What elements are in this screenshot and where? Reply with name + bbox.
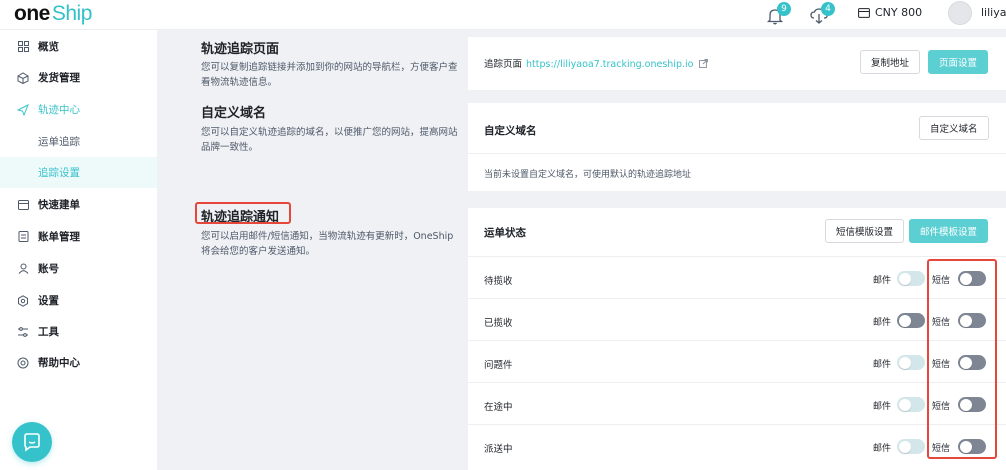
row-divider bbox=[468, 382, 1006, 383]
notification-badge: 9 bbox=[777, 2, 791, 16]
sidebar-item-waybill-tracking[interactable]: 运单追踪 bbox=[0, 126, 157, 157]
page-settings-button[interactable]: 页面设置 bbox=[928, 50, 989, 74]
waybill-status-title: 运单状态 bbox=[484, 227, 526, 239]
custom-domain-card: 自定义域名 自定义域名 当前未设置自定义域名，可使用默认的轨迹追踪地址 bbox=[468, 103, 1006, 191]
custom-domain-title: 自定义域名 bbox=[201, 106, 267, 121]
sidebar-item-tracking-center[interactable]: 轨迹中心 bbox=[0, 94, 157, 125]
calendar-icon bbox=[17, 199, 29, 211]
sms-template-button[interactable]: 短信模版设置 bbox=[825, 219, 905, 243]
sidebar-item-label: 快速建单 bbox=[38, 199, 80, 211]
highlight-box-sms bbox=[927, 259, 997, 459]
download-badge: 4 bbox=[821, 2, 835, 16]
sidebar-item-label: 账号 bbox=[38, 263, 59, 275]
email-toggle[interactable] bbox=[897, 439, 925, 454]
sidebar-item-overview[interactable]: 概览 bbox=[0, 31, 157, 62]
sidebar-item-billing[interactable]: 账单管理 bbox=[0, 221, 157, 252]
custom-domain-desc: 您可以自定义轨迹追踪的域名，以便推广您的网站，提高网站品牌一致性。 bbox=[201, 127, 458, 153]
chat-support-button[interactable] bbox=[12, 422, 52, 462]
wallet-icon bbox=[858, 7, 870, 18]
status-label: 问题件 bbox=[484, 360, 513, 371]
notification-bell-icon[interactable]: 9 bbox=[764, 2, 791, 27]
email-toggle[interactable] bbox=[897, 313, 925, 328]
status-label: 派送中 bbox=[484, 444, 513, 455]
sidebar-item-label: 轨迹中心 bbox=[38, 104, 80, 116]
grid-icon bbox=[17, 41, 29, 53]
tracking-page-desc: 您可以复制追踪链接并添加到你的网站的导航栏，方便客户查看物流轨迹信息。 bbox=[201, 62, 458, 88]
user-icon bbox=[17, 263, 29, 275]
top-bar: oneShip 9 4 CNY 800 liliyao bbox=[0, 0, 1006, 30]
sidebar-item-label: 概览 bbox=[38, 41, 59, 53]
email-label: 邮件 bbox=[873, 318, 892, 328]
row-divider bbox=[468, 424, 1006, 425]
balance-text: CNY 800 bbox=[875, 6, 923, 19]
notification-desc: 您可以启用邮件/短信通知，当物流轨迹有更新时，OneShip将会给您的客户发送通… bbox=[201, 231, 454, 257]
sidebar-item-account[interactable]: 账号 bbox=[0, 253, 157, 284]
email-label: 邮件 bbox=[873, 360, 892, 370]
sidebar-item-settings[interactable]: 设置 bbox=[0, 285, 157, 316]
help-icon bbox=[17, 357, 29, 369]
send-icon bbox=[17, 103, 29, 116]
email-toggle[interactable] bbox=[897, 271, 925, 286]
custom-domain-card-title: 自定义域名 bbox=[484, 125, 537, 137]
highlight-box-title bbox=[195, 202, 291, 224]
card-divider bbox=[468, 153, 1006, 154]
sidebar: 概览 发货管理 轨迹中心 运单追踪 追踪设置 快速建单 账单管理 账号 设置 工… bbox=[0, 30, 157, 470]
username[interactable]: liliyao bbox=[981, 6, 1006, 19]
sidebar-item-label: 帮助中心 bbox=[38, 357, 80, 369]
email-label: 邮件 bbox=[873, 276, 892, 286]
copy-url-button[interactable]: 复制地址 bbox=[860, 50, 921, 74]
custom-domain-note: 当前未设置自定义域名，可使用默认的轨迹追踪地址 bbox=[484, 170, 692, 180]
email-label: 邮件 bbox=[873, 402, 892, 412]
card-divider bbox=[468, 256, 1006, 257]
email-template-button[interactable]: 邮件模板设置 bbox=[909, 219, 989, 243]
shipping-icon bbox=[17, 71, 29, 84]
email-label: 邮件 bbox=[873, 444, 892, 454]
sidebar-item-tools[interactable]: 工具 bbox=[0, 316, 157, 347]
sidebar-item-help-center[interactable]: 帮助中心 bbox=[0, 347, 157, 378]
download-icon[interactable]: 4 bbox=[808, 2, 835, 27]
logo[interactable]: oneShip bbox=[14, 2, 92, 26]
tracking-url-label: 追踪页面 bbox=[484, 59, 523, 70]
avatar[interactable] bbox=[948, 1, 972, 25]
email-toggle[interactable] bbox=[897, 355, 925, 370]
tracking-url-row: 追踪页面 https://liliyaoa7.tracking.oneship.i… bbox=[484, 56, 709, 70]
email-toggle[interactable] bbox=[897, 397, 925, 412]
sidebar-item-tracking-settings[interactable]: 追踪设置 bbox=[0, 157, 157, 188]
sidebar-item-label: 发货管理 bbox=[38, 72, 80, 84]
settings-icon bbox=[17, 294, 29, 307]
notification-card: 运单状态 短信模版设置 邮件模板设置 待揽收 邮件 短信 已揽收 邮件 短信 问… bbox=[468, 208, 1006, 470]
bill-icon bbox=[17, 231, 29, 243]
tracking-page-title: 轨迹追踪页面 bbox=[201, 42, 280, 57]
status-label: 在途中 bbox=[484, 402, 513, 413]
sidebar-item-label: 运单追踪 bbox=[38, 136, 80, 148]
sidebar-item-label: 工具 bbox=[38, 326, 59, 338]
wallet-balance[interactable]: CNY 800 bbox=[858, 6, 922, 19]
external-link-icon[interactable] bbox=[699, 59, 709, 68]
status-label: 已揽收 bbox=[484, 318, 513, 329]
sidebar-item-shipping[interactable]: 发货管理 bbox=[0, 62, 157, 93]
row-divider bbox=[468, 340, 1006, 341]
tracking-url-link[interactable]: https://liliyaoa7.tracking.oneship.io bbox=[526, 59, 693, 70]
chat-icon bbox=[24, 433, 40, 452]
sidebar-item-label: 追踪设置 bbox=[38, 167, 80, 179]
custom-domain-button[interactable]: 自定义域名 bbox=[919, 116, 989, 140]
row-divider bbox=[468, 298, 1006, 299]
status-label: 待揽收 bbox=[484, 276, 513, 287]
sidebar-item-quick-order[interactable]: 快速建单 bbox=[0, 189, 157, 220]
tracking-page-card: 追踪页面 https://liliyaoa7.tracking.oneship.i… bbox=[468, 37, 1006, 90]
sidebar-item-label: 账单管理 bbox=[38, 231, 80, 243]
sidebar-item-label: 设置 bbox=[38, 295, 59, 307]
tools-icon bbox=[17, 326, 29, 338]
